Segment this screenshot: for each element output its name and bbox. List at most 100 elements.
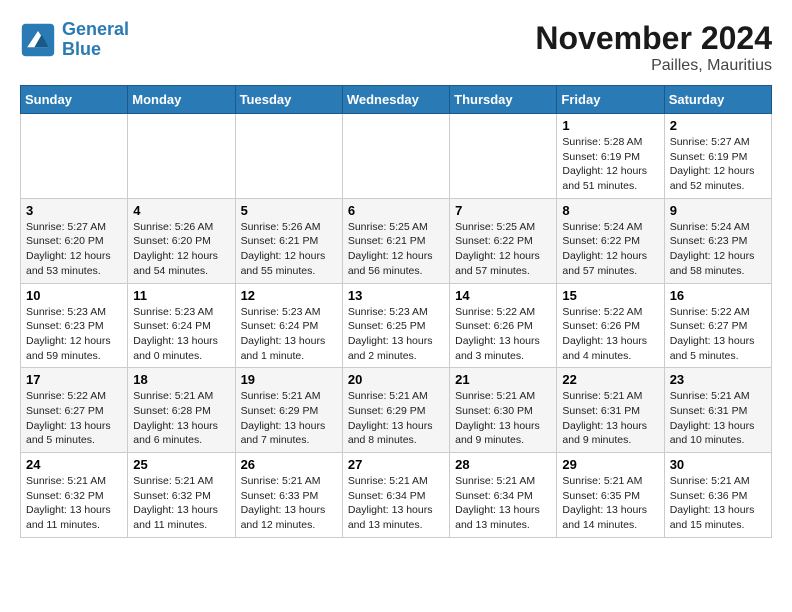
day-number: 21 [455,372,551,387]
day-info: Sunrise: 5:21 AMSunset: 6:28 PMDaylight:… [133,389,229,448]
calendar-cell: 15 Sunrise: 5:22 AMSunset: 6:26 PMDayligh… [557,283,664,368]
calendar-cell: 21 Sunrise: 5:21 AMSunset: 6:30 PMDayligh… [450,368,557,453]
day-info: Sunrise: 5:22 AMSunset: 6:27 PMDaylight:… [670,305,766,364]
day-info: Sunrise: 5:26 AMSunset: 6:21 PMDaylight:… [241,220,337,279]
day-info: Sunrise: 5:21 AMSunset: 6:31 PMDaylight:… [562,389,658,448]
day-info: Sunrise: 5:21 AMSunset: 6:34 PMDaylight:… [348,474,444,533]
day-number: 13 [348,288,444,303]
calendar-cell: 26 Sunrise: 5:21 AMSunset: 6:33 PMDayligh… [235,453,342,538]
day-number: 18 [133,372,229,387]
calendar-cell [235,114,342,199]
weekday-header-saturday: Saturday [664,86,771,114]
calendar-cell: 7Sunrise: 5:25 AMSunset: 6:22 PMDaylight… [450,198,557,283]
calendar-cell: 28 Sunrise: 5:21 AMSunset: 6:34 PMDayligh… [450,453,557,538]
day-number: 26 [241,457,337,472]
calendar-cell: 8 Sunrise: 5:24 AMSunset: 6:22 PMDaylight… [557,198,664,283]
weekday-header-thursday: Thursday [450,86,557,114]
weekday-header-row: SundayMondayTuesdayWednesdayThursdayFrid… [21,86,772,114]
day-info: Sunrise: 5:25 AMSunset: 6:22 PMDaylight:… [455,220,551,279]
day-number: 27 [348,457,444,472]
day-info: Sunrise: 5:21 AMSunset: 6:32 PMDaylight:… [133,474,229,533]
calendar-cell: 9 Sunrise: 5:24 AMSunset: 6:23 PMDaylight… [664,198,771,283]
calendar-cell: 22 Sunrise: 5:21 AMSunset: 6:31 PMDayligh… [557,368,664,453]
calendar-cell [450,114,557,199]
day-number: 10 [26,288,122,303]
day-info: Sunrise: 5:25 AMSunset: 6:21 PMDaylight:… [348,220,444,279]
page-header: General Blue November 2024 Pailles, Maur… [20,20,772,75]
week-row-5: 24Sunrise: 5:21 AMSunset: 6:32 PMDayligh… [21,453,772,538]
logo-icon [20,22,56,58]
day-info: Sunrise: 5:26 AMSunset: 6:20 PMDaylight:… [133,220,229,279]
calendar-cell: 10 Sunrise: 5:23 AMSunset: 6:23 PMDayligh… [21,283,128,368]
day-number: 8 [562,203,658,218]
calendar-cell: 13 Sunrise: 5:23 AMSunset: 6:25 PMDayligh… [342,283,449,368]
calendar-cell: 23 Sunrise: 5:21 AMSunset: 6:31 PMDayligh… [664,368,771,453]
day-info: Sunrise: 5:24 AMSunset: 6:22 PMDaylight:… [562,220,658,279]
calendar-cell: 19 Sunrise: 5:21 AMSunset: 6:29 PMDayligh… [235,368,342,453]
day-info: Sunrise: 5:22 AMSunset: 6:27 PMDaylight:… [26,389,122,448]
weekday-header-sunday: Sunday [21,86,128,114]
calendar-cell: 14Sunrise: 5:22 AMSunset: 6:26 PMDayligh… [450,283,557,368]
title-block: November 2024 Pailles, Mauritius [535,20,772,75]
calendar-cell [128,114,235,199]
day-info: Sunrise: 5:21 AMSunset: 6:33 PMDaylight:… [241,474,337,533]
calendar-cell: 30Sunrise: 5:21 AMSunset: 6:36 PMDayligh… [664,453,771,538]
week-row-3: 10 Sunrise: 5:23 AMSunset: 6:23 PMDayligh… [21,283,772,368]
calendar-cell: 27 Sunrise: 5:21 AMSunset: 6:34 PMDayligh… [342,453,449,538]
calendar-cell [342,114,449,199]
day-info: Sunrise: 5:21 AMSunset: 6:35 PMDaylight:… [562,474,658,533]
page-title: November 2024 [535,20,772,57]
day-info: Sunrise: 5:22 AMSunset: 6:26 PMDaylight:… [562,305,658,364]
day-number: 3 [26,203,122,218]
day-number: 16 [670,288,766,303]
calendar-cell: 20 Sunrise: 5:21 AMSunset: 6:29 PMDayligh… [342,368,449,453]
logo: General Blue [20,20,129,60]
day-info: Sunrise: 5:23 AMSunset: 6:25 PMDaylight:… [348,305,444,364]
day-number: 11 [133,288,229,303]
day-number: 29 [562,457,658,472]
calendar-cell: 1Sunrise: 5:28 AMSunset: 6:19 PMDaylight… [557,114,664,199]
calendar-cell: 17 Sunrise: 5:22 AMSunset: 6:27 PMDayligh… [21,368,128,453]
day-number: 12 [241,288,337,303]
week-row-4: 17 Sunrise: 5:22 AMSunset: 6:27 PMDayligh… [21,368,772,453]
day-number: 14 [455,288,551,303]
day-info: Sunrise: 5:21 AMSunset: 6:36 PMDaylight:… [670,474,766,533]
day-info: Sunrise: 5:21 AMSunset: 6:29 PMDaylight:… [241,389,337,448]
day-number: 9 [670,203,766,218]
day-number: 2 [670,118,766,133]
calendar-cell: 6Sunrise: 5:25 AMSunset: 6:21 PMDaylight… [342,198,449,283]
weekday-header-friday: Friday [557,86,664,114]
day-info: Sunrise: 5:21 AMSunset: 6:30 PMDaylight:… [455,389,551,448]
day-number: 19 [241,372,337,387]
weekday-header-monday: Monday [128,86,235,114]
calendar-cell: 4 Sunrise: 5:26 AMSunset: 6:20 PMDaylight… [128,198,235,283]
page-subtitle: Pailles, Mauritius [535,57,772,75]
week-row-2: 3Sunrise: 5:27 AMSunset: 6:20 PMDaylight… [21,198,772,283]
calendar-cell: 2 Sunrise: 5:27 AMSunset: 6:19 PMDaylight… [664,114,771,199]
calendar-cell [21,114,128,199]
day-info: Sunrise: 5:21 AMSunset: 6:32 PMDaylight:… [26,474,122,533]
day-number: 25 [133,457,229,472]
day-info: Sunrise: 5:23 AMSunset: 6:24 PMDaylight:… [241,305,337,364]
day-number: 22 [562,372,658,387]
day-info: Sunrise: 5:21 AMSunset: 6:31 PMDaylight:… [670,389,766,448]
calendar-cell: 5 Sunrise: 5:26 AMSunset: 6:21 PMDaylight… [235,198,342,283]
logo-line1: General [62,20,129,40]
day-number: 23 [670,372,766,387]
day-info: Sunrise: 5:24 AMSunset: 6:23 PMDaylight:… [670,220,766,279]
day-number: 5 [241,203,337,218]
day-number: 28 [455,457,551,472]
day-info: Sunrise: 5:23 AMSunset: 6:23 PMDaylight:… [26,305,122,364]
week-row-1: 1Sunrise: 5:28 AMSunset: 6:19 PMDaylight… [21,114,772,199]
day-number: 17 [26,372,122,387]
day-number: 15 [562,288,658,303]
day-info: Sunrise: 5:23 AMSunset: 6:24 PMDaylight:… [133,305,229,364]
calendar-cell: 3Sunrise: 5:27 AMSunset: 6:20 PMDaylight… [21,198,128,283]
day-info: Sunrise: 5:27 AMSunset: 6:19 PMDaylight:… [670,135,766,194]
day-number: 20 [348,372,444,387]
day-number: 4 [133,203,229,218]
day-info: Sunrise: 5:21 AMSunset: 6:29 PMDaylight:… [348,389,444,448]
calendar-cell: 12 Sunrise: 5:23 AMSunset: 6:24 PMDayligh… [235,283,342,368]
calendar-cell: 16 Sunrise: 5:22 AMSunset: 6:27 PMDayligh… [664,283,771,368]
day-info: Sunrise: 5:21 AMSunset: 6:34 PMDaylight:… [455,474,551,533]
